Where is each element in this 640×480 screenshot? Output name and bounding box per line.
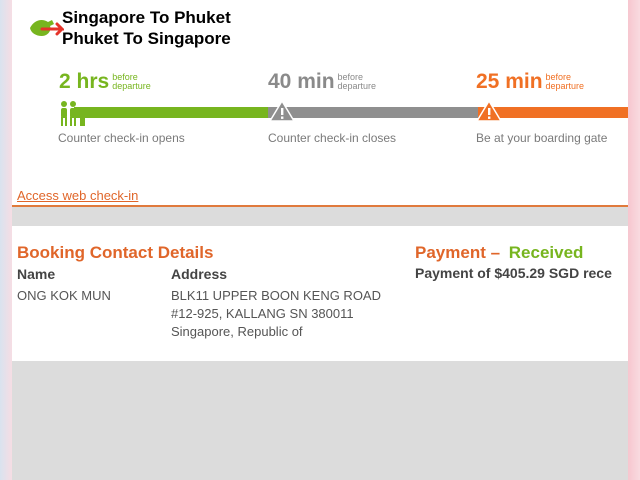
booking-contact-title: Booking Contact Details bbox=[17, 243, 214, 262]
booking-info-panel: Booking Contact Details Name Address ONG… bbox=[12, 226, 628, 361]
flight-route-icon bbox=[30, 20, 64, 36]
address-value: BLK11 UPPER BOON KENG ROAD #12-925, KALL… bbox=[171, 287, 381, 341]
web-checkin-link[interactable]: Access web check-in bbox=[17, 188, 138, 203]
timeline-step-2-caption: Counter check-in closes bbox=[268, 131, 397, 145]
timeline-step-3-time: 25 min before departure bbox=[476, 70, 585, 93]
timeline-step-1-caption: Counter check-in opens bbox=[58, 131, 185, 145]
checkin-timeline: 2 hrs before departure 40 min before departu… bbox=[12, 64, 628, 154]
route-outbound: Singapore To Phuket bbox=[62, 8, 231, 27]
timeline-step-2-time: 40 min before departure bbox=[268, 70, 377, 93]
people-queue-icon bbox=[61, 101, 85, 126]
address-line-3: Singapore, Republic of bbox=[171, 324, 303, 339]
page: Singapore To Phuket Phuket To Singapore … bbox=[12, 0, 628, 480]
address-label: Address bbox=[171, 266, 228, 282]
payment-title: Payment – Received bbox=[415, 243, 583, 263]
name-label: Name bbox=[17, 266, 56, 282]
timeline-step-1-time: 2 hrs before departure bbox=[59, 70, 151, 93]
warning-icon bbox=[269, 100, 295, 122]
payment-title-prefix: Payment – bbox=[415, 243, 501, 262]
timeline-bar-green bbox=[74, 107, 268, 118]
name-value: ONG KOK MUN bbox=[17, 288, 111, 303]
timeline-step-3-caption: Be at your boarding gate bbox=[476, 131, 608, 145]
payment-amount-line: Payment of $405.29 SGD rece bbox=[415, 265, 612, 281]
warning-icon bbox=[476, 100, 502, 122]
route-title: Singapore To Phuket Phuket To Singapore bbox=[62, 7, 231, 49]
payment-status: Received bbox=[508, 243, 584, 262]
address-line-1: BLK11 UPPER BOON KENG ROAD bbox=[171, 288, 381, 303]
timeline-bar-gray bbox=[268, 107, 478, 118]
route-inbound: Phuket To Singapore bbox=[62, 29, 231, 48]
flight-info-panel: Singapore To Phuket Phuket To Singapore … bbox=[12, 0, 628, 207]
address-line-2: #12-925, KALLANG SN 380011 bbox=[171, 306, 354, 321]
